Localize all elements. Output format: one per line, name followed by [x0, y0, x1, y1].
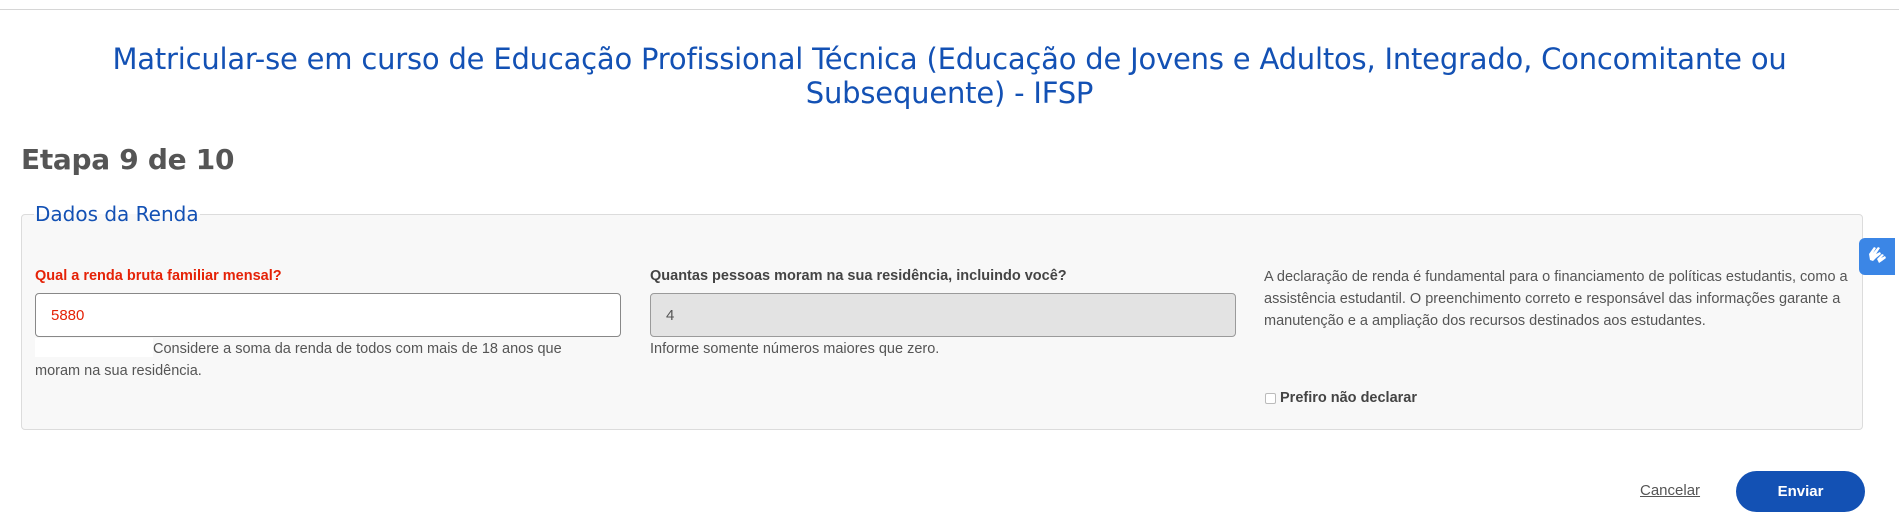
household-field-group: Quantas pessoas moram na sua residência,… [650, 267, 1067, 285]
help-mask [35, 338, 153, 357]
income-label: Qual a renda bruta familiar mensal? [35, 268, 282, 284]
panel-legend: Dados da Renda [35, 202, 199, 226]
header-divider [0, 9, 1899, 10]
household-input[interactable] [650, 293, 1236, 337]
page-title: Matricular-se em curso de Educação Profi… [112, 42, 1787, 110]
income-help: Considere a soma da renda de todos com m… [35, 338, 595, 382]
decline-checkbox[interactable] [1265, 392, 1276, 404]
household-help: Informe somente números maiores que zero… [650, 341, 940, 357]
income-field-group: Qual a renda bruta familiar mensal? [35, 267, 282, 285]
decline-option[interactable]: Prefiro não declarar [1265, 390, 1417, 406]
decline-label[interactable]: Prefiro não declarar [1280, 390, 1417, 406]
accessibility-widget[interactable] [1859, 238, 1895, 275]
sign-language-hands-icon [1865, 243, 1889, 270]
cancel-link[interactable]: Cancelar [1640, 482, 1700, 499]
income-data-panel: Dados da Renda Qual a renda bruta famili… [21, 203, 1863, 430]
income-input[interactable] [35, 293, 621, 337]
submit-button[interactable]: Enviar [1736, 471, 1865, 512]
income-declaration-info: A declaração de renda é fundamental para… [1264, 269, 1848, 329]
step-indicator: Etapa 9 de 10 [21, 143, 235, 176]
household-label: Quantas pessoas moram na sua residência,… [650, 268, 1067, 284]
